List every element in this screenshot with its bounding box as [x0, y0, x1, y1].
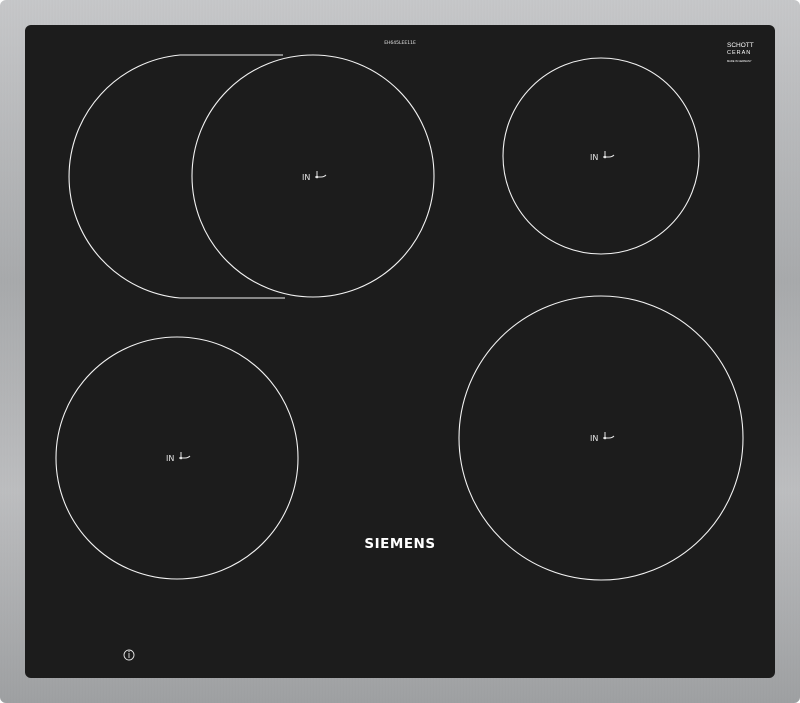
zone-label-in: IN: [590, 434, 598, 443]
schott-ceran-logo: SCHOTT CERAN MADE IN GERMANY: [727, 42, 754, 63]
logo-line-2: CERAN: [727, 50, 751, 56]
cooking-zone-bottom-right[interactable]: [458, 295, 744, 581]
cooking-zone-top-right[interactable]: [502, 57, 700, 255]
zone-label-group-0: IN: [302, 171, 327, 182]
flex-zone-outline: [68, 54, 285, 299]
pan-symbol-icon: [179, 452, 191, 460]
cooking-zone-top-left[interactable]: [191, 54, 435, 298]
zone-label-group-1: IN: [590, 151, 615, 162]
brand-logo: SIEMENS: [364, 536, 435, 552]
pan-symbol-icon: [315, 171, 327, 179]
pan-symbol-icon: [603, 432, 615, 440]
zone-label-group-3: IN: [590, 432, 615, 443]
logo-subtext: MADE IN GERMANY: [727, 59, 752, 63]
zone-label-group-2: IN: [166, 452, 191, 463]
info-icon[interactable]: [123, 649, 135, 661]
model-code: EH645LEE11E: [384, 40, 416, 46]
pan-symbol-icon: [603, 151, 615, 159]
cooking-zone-bottom-left[interactable]: [55, 336, 299, 580]
cooktop-surface: IN IN IN IN EH645LEE11E SCHOTT CERAN MAD…: [55, 40, 754, 661]
zone-label-in: IN: [166, 454, 174, 463]
zone-label-in: IN: [590, 153, 598, 162]
zone-label-in: IN: [302, 173, 310, 182]
logo-line-1: SCHOTT: [727, 42, 754, 49]
